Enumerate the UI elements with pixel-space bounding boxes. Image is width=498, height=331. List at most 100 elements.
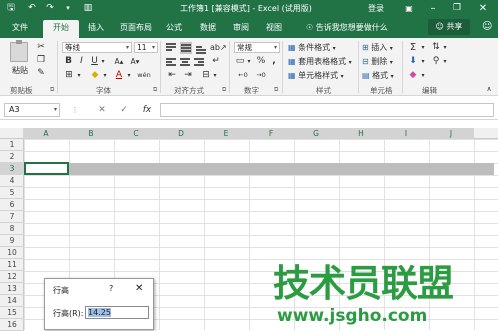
find-select-icon[interactable]: ⚲ [430,56,442,67]
orientation-icon[interactable]: ab↗ [210,42,227,53]
cancel-icon[interactable]: ✕ [96,103,108,117]
tab-file[interactable]: 文件 [6,20,34,38]
format-painter-icon[interactable]: ✎ [36,68,46,79]
restore-icon[interactable]: ❐ [448,1,466,16]
autosum-icon[interactable]: Σ [408,42,418,53]
accounting-format-icon[interactable]: ▭ [234,56,246,67]
paste-label[interactable]: 粘贴 [12,65,28,77]
delete-cells-button[interactable]: ⊟ 删除 ▾ [362,56,393,68]
phonetic-icon[interactable]: wén [136,70,152,81]
chevron-down-icon[interactable]: ▾ [420,70,426,81]
align-right-icon[interactable] [194,57,204,67]
decrease-font-icon[interactable]: A▾ [130,56,140,67]
row-header[interactable]: 13 [0,283,24,295]
bold-button[interactable]: B [64,56,73,67]
insert-function-icon[interactable]: fx [140,103,154,117]
tell-me-search[interactable]: ☉ 告诉我您想要做什么 [306,20,388,36]
select-all-corner[interactable] [0,128,24,139]
font-color-icon[interactable]: A [114,70,124,81]
chevron-down-icon[interactable]: ▾ [442,56,448,67]
undo-icon[interactable]: ↶ [26,2,38,15]
paste-icon[interactable] [10,40,28,62]
column-header-e[interactable]: E [204,128,249,139]
row-header[interactable]: 14 [0,295,24,307]
row-header[interactable]: 4 [0,175,24,187]
chevron-down-icon[interactable]: ▾ [246,56,252,67]
row-header[interactable]: 15 [0,307,24,319]
align-center-icon[interactable] [180,57,190,67]
increase-decimal-icon[interactable]: ←0 [236,70,250,81]
redo-icon[interactable]: ↷ [44,2,56,15]
active-cell[interactable] [24,162,69,175]
decrease-indent-icon[interactable]: ⇤ [166,70,178,81]
chevron-down-icon[interactable]: ▾ [420,56,426,67]
row-header[interactable]: 16 [0,319,24,331]
collapse-ribbon-icon[interactable]: ∧ [484,84,494,95]
customize-icon[interactable]: ▾ [62,2,74,15]
align-left-icon[interactable] [166,57,176,67]
tab-view[interactable]: 视图 [260,20,288,38]
cut-icon[interactable]: ✂ [36,42,46,53]
chevron-down-icon[interactable]: ▾ [100,56,106,67]
row-header[interactable]: 1 [0,139,24,151]
align-top-icon[interactable] [166,43,176,53]
chevron-down-icon[interactable]: ▾ [420,42,426,53]
column-header-j[interactable]: J [429,128,474,139]
tab-home[interactable]: 开始 [43,20,79,38]
row-header[interactable]: 6 [0,199,24,211]
copy-icon[interactable]: ❐ [36,55,46,66]
column-header-f[interactable]: F [249,128,294,139]
increase-indent-icon[interactable]: ⇥ [182,70,194,81]
touch-mode-icon[interactable]: ▥ [82,2,94,15]
wrap-text-icon[interactable]: ↵ [210,56,222,67]
tab-page-layout[interactable]: 页面布局 [114,20,158,38]
close-icon[interactable]: ✕ [135,283,143,294]
tab-insert[interactable]: 插入 [82,20,110,38]
insert-cells-button[interactable]: ⊞ 插入 ▾ [362,42,393,54]
chevron-down-icon[interactable]: ▾ [102,70,108,81]
underline-button[interactable]: U [90,56,99,67]
chevron-down-icon[interactable]: ▾ [126,70,132,81]
number-launcher-icon[interactable]: ⧉ [274,86,278,94]
share-button[interactable]: ☺ 共享 [428,19,470,35]
percent-style-button[interactable]: % [256,56,266,67]
comma-style-button[interactable]: , [270,56,278,67]
font-launcher-icon[interactable]: ⧉ [153,86,157,94]
column-header-i[interactable]: I [384,128,429,139]
row-header[interactable]: 12 [0,271,24,283]
sort-filter-icon[interactable]: ⇅ [430,42,442,53]
increase-font-icon[interactable]: A▴ [114,56,124,67]
clear-icon[interactable]: ◆ [408,70,418,81]
format-cells-button[interactable]: ▤ 格式 ▾ [362,70,394,82]
clipboard-launcher-icon[interactable]: ⧉ [50,86,54,94]
column-header-a[interactable]: A [24,128,69,139]
align-middle-icon[interactable] [180,42,192,54]
row-header[interactable]: 5 [0,187,24,199]
row-header[interactable]: 10 [0,247,24,259]
row-header[interactable]: 8 [0,223,24,235]
row-header-selected[interactable]: 3 [0,163,24,175]
cell-styles-button[interactable]: ▦ 单元格样式 ▾ [288,70,344,82]
minimize-icon[interactable]: – [424,1,442,16]
login-link[interactable]: 登录 [368,2,384,15]
row-header[interactable]: 2 [0,151,24,163]
column-header-b[interactable]: B [69,128,114,139]
font-size-select[interactable]: 11 ▾ [134,42,158,53]
row-header[interactable]: 11 [0,259,24,271]
column-header-g[interactable]: G [294,128,339,139]
column-header-d[interactable]: D [159,128,204,139]
row-header[interactable]: 9 [0,235,24,247]
feedback-smiley-icon[interactable]: ☺ [482,20,492,34]
help-button[interactable]: ? [109,284,113,293]
column-header-h[interactable]: H [339,128,384,139]
font-name-select[interactable]: 等线 ▾ [62,42,132,53]
fill-color-icon[interactable]: ◆ [90,70,100,81]
ribbon-display-icon[interactable]: ▣ [400,1,418,16]
row-height-input[interactable]: 14.25 [85,306,149,319]
conditional-formatting-button[interactable]: ▦ 条件格式 ▾ [288,42,336,54]
chevron-down-icon[interactable]: ▾ [76,70,82,81]
decrease-decimal-icon[interactable]: →0 [254,70,268,81]
column-header-c[interactable]: C [114,128,159,139]
formula-input[interactable] [160,103,494,117]
borders-icon[interactable]: ⊞ [64,70,74,81]
